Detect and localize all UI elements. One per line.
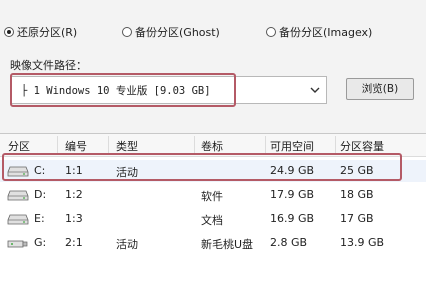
radio-backup-ghost-label: 备份分区(Ghost) (135, 26, 220, 39)
cell-size: 13.9 GB (340, 236, 385, 249)
drive-icon (7, 190, 29, 201)
cell-free-space: 16.9 GB (270, 212, 315, 225)
radio-backup-imagex[interactable]: 备份分区(Imagex) (266, 24, 372, 40)
cell-number: 1:3 (65, 212, 83, 225)
cell-drive: G: (34, 236, 47, 249)
column-header-type[interactable]: 类型 (116, 138, 138, 154)
radio-button-icon (122, 27, 132, 37)
radio-restore-label: 还原分区(R) (17, 26, 78, 39)
highlight-box-row (2, 153, 402, 181)
cell-label: 新毛桃U盘 (201, 238, 254, 251)
drive-icon (7, 214, 29, 225)
highlight-box-image (10, 73, 236, 107)
browse-button[interactable]: 浏览(B) (346, 78, 414, 100)
cell-type: 活动 (116, 238, 138, 251)
usb-drive-icon (7, 240, 28, 248)
radio-selected-dot (7, 30, 11, 34)
cell-size: 17 GB (340, 212, 374, 225)
cell-size: 18 GB (340, 188, 374, 201)
radio-button-icon (266, 27, 276, 37)
column-header-size[interactable]: 分区容量 (340, 138, 384, 154)
cell-free-space: 17.9 GB (270, 188, 315, 201)
table-row[interactable]: G: 2:1 活动 新毛桃U盘 2.8 GB 13.9 GB (0, 232, 426, 254)
cell-drive: D: (34, 188, 47, 201)
cell-free-space: 2.8 GB (270, 236, 308, 249)
radio-backup-imagex-label: 备份分区(Imagex) (279, 26, 373, 39)
radio-backup-ghost[interactable]: 备份分区(Ghost) (122, 24, 220, 40)
column-header-number[interactable]: 编号 (65, 138, 87, 154)
image-path-label: 映像文件路径： (10, 59, 87, 72)
cell-label: 软件 (201, 190, 223, 203)
column-header-free-space[interactable]: 可用空间 (270, 138, 314, 154)
radio-button-icon (4, 27, 14, 37)
cell-drive: E: (34, 212, 45, 225)
cell-number: 1:2 (65, 188, 83, 201)
chevron-down-icon[interactable] (310, 85, 320, 95)
table-row[interactable]: D: 1:2 软件 17.9 GB 18 GB (0, 184, 426, 206)
cell-label: 文档 (201, 214, 223, 227)
cell-number: 2:1 (65, 236, 83, 249)
column-header-label[interactable]: 卷标 (201, 138, 223, 154)
radio-restore-partition[interactable]: 还原分区(R) (4, 24, 77, 40)
table-row[interactable]: E: 1:3 文档 16.9 GB 17 GB (0, 208, 426, 230)
column-header-partition[interactable]: 分区 (8, 138, 30, 154)
